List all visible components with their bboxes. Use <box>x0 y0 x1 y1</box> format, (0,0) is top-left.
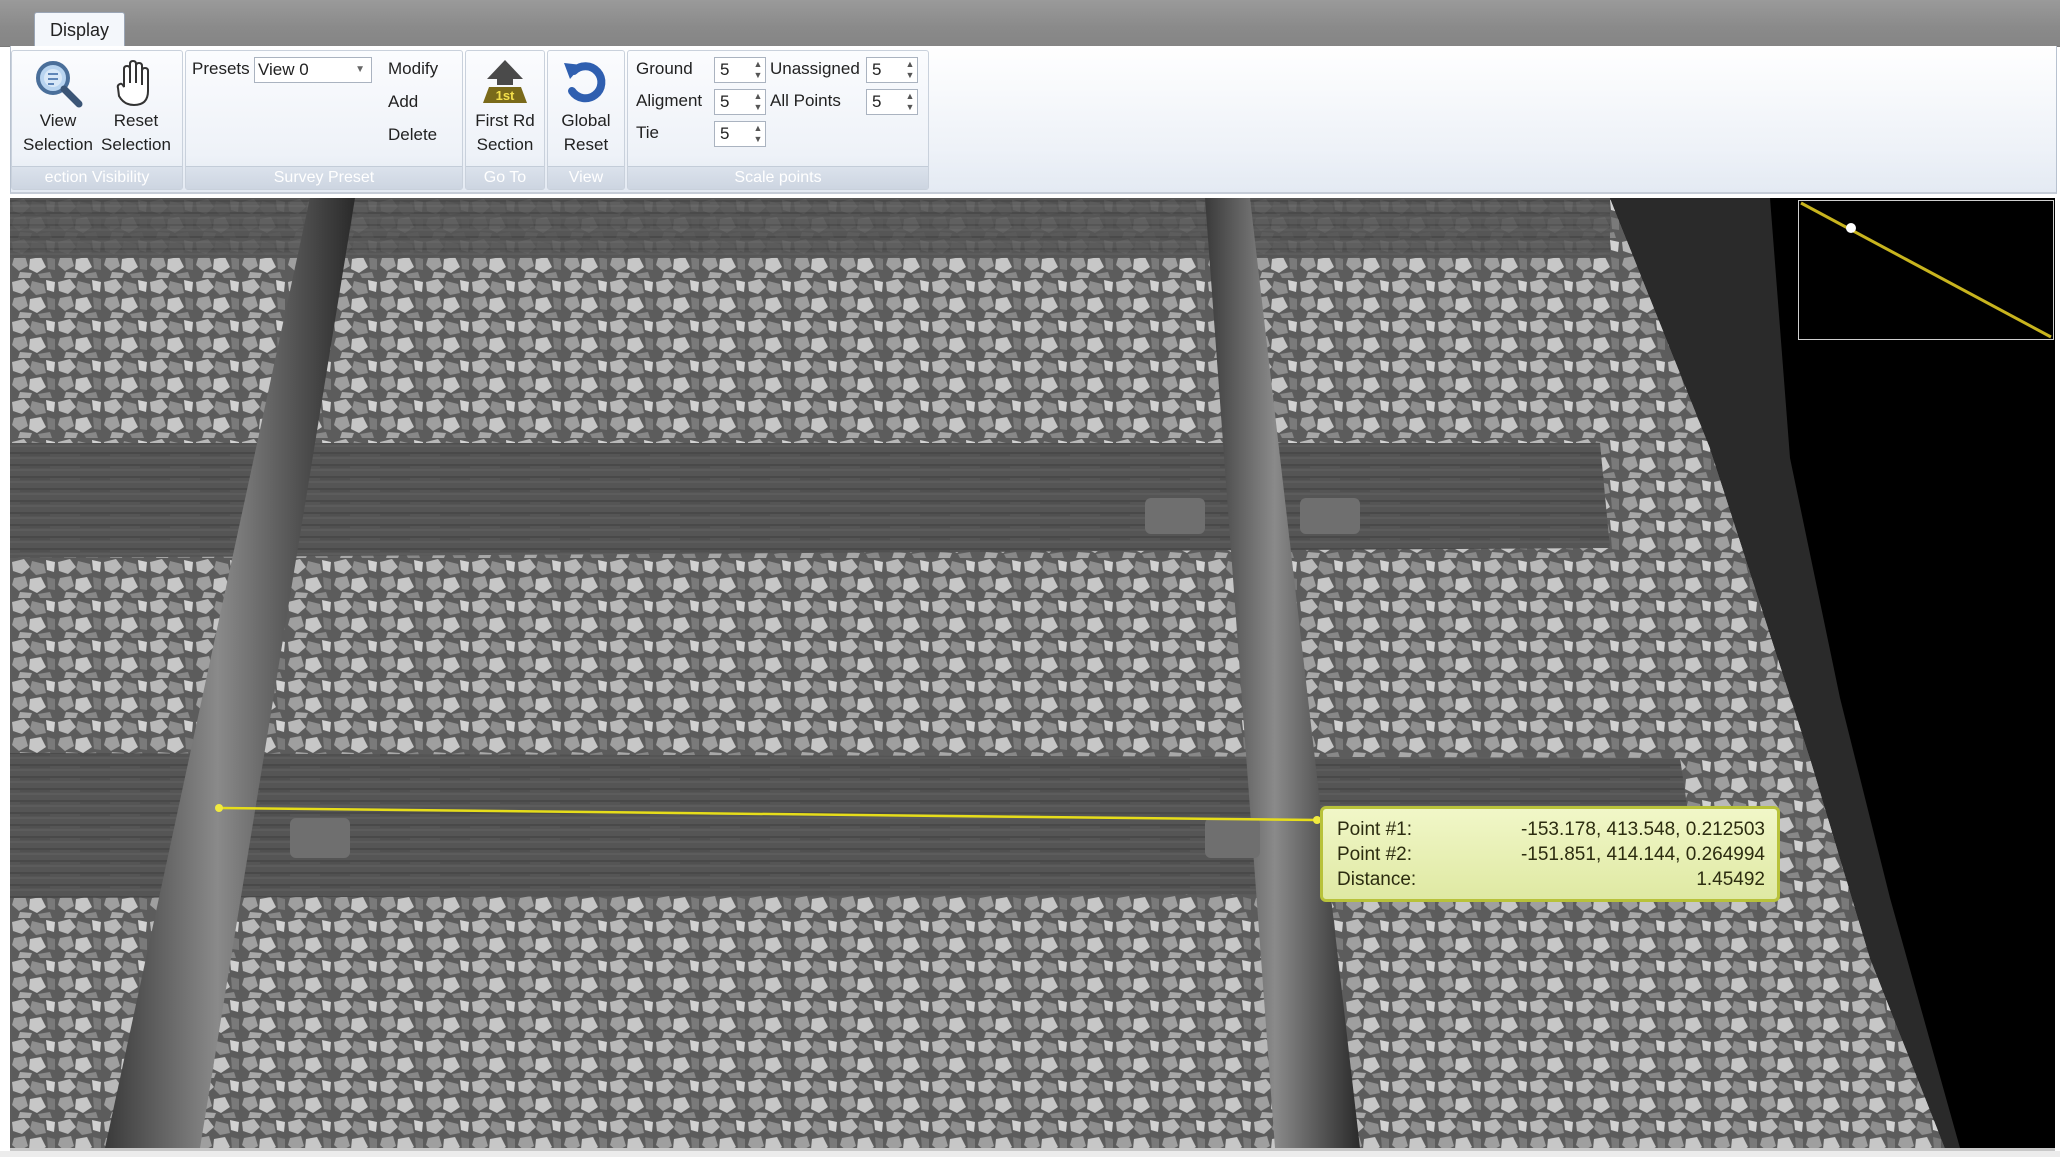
presets-label: Presets <box>192 59 250 78</box>
view-selection-label-1: View <box>39 111 77 130</box>
group-label-survey-preset: Survey Preset <box>186 166 462 189</box>
sleeper <box>10 198 1610 258</box>
alignment-label: Aligment <box>636 91 703 110</box>
point-1-label: Point #1: <box>1337 819 1412 840</box>
presets-dropdown[interactable]: View 0 ▼ <box>254 57 372 83</box>
all-points-value: 5 <box>872 92 882 111</box>
global-reset-label-1: Global <box>561 111 611 130</box>
group-label-view: View <box>548 166 624 189</box>
alignment-value: 5 <box>720 92 730 111</box>
group-view: Global Reset View <box>547 50 625 190</box>
group-scale-points: Ground 5 ▲ ▼ Unassigned 5 ▲ ▼ Aligment 5 ▲… <box>627 50 929 190</box>
ribbon: View Selection Reset Selection ection Vi… <box>10 46 2057 194</box>
add-button[interactable]: Add <box>388 92 418 112</box>
all-points-label: All Points <box>770 91 841 110</box>
hand-icon <box>110 57 162 109</box>
presets-value: View 0 <box>258 60 309 79</box>
first-rd-section-label-2: Section <box>476 135 534 154</box>
minimap-track <box>1800 201 2052 339</box>
measurement-point-1 <box>215 804 223 812</box>
reset-selection-label-2: Selection <box>101 135 171 154</box>
first-rd-section-label-1: First Rd <box>475 111 535 130</box>
alignment-spinner[interactable]: 5 ▲ ▼ <box>714 89 766 115</box>
first-road-section-icon-text: 1st <box>496 88 515 103</box>
group-selection-visibility: View Selection Reset Selection ection Vi… <box>11 50 183 190</box>
tie-plate <box>290 818 350 858</box>
unassigned-value: 5 <box>872 60 882 79</box>
measurement-row-point-2: Point #2: -151.851, 414.144, 0.264994 <box>1337 844 1765 870</box>
first-rd-section-button[interactable]: 1st First Rd Section <box>467 55 543 163</box>
spinner-arrows-icon[interactable]: ▲ ▼ <box>753 91 763 113</box>
ground-label: Ground <box>636 59 693 78</box>
spinner-arrows-icon[interactable]: ▲ ▼ <box>905 59 915 81</box>
modify-button[interactable]: Modify <box>388 59 438 79</box>
tie-plate <box>1300 498 1360 534</box>
minimap[interactable] <box>1798 200 2054 340</box>
view-selection-button[interactable]: View Selection <box>20 55 96 163</box>
global-reset-button[interactable]: Global Reset <box>548 55 624 163</box>
measurement-label: Point #1: -153.178, 413.548, 0.212503 Po… <box>1320 806 1780 902</box>
tie-spinner[interactable]: 5 ▲ ▼ <box>714 121 766 147</box>
railway-point-cloud-scene <box>10 198 1960 1148</box>
group-label-scale-points: Scale points <box>628 166 928 189</box>
minimap-position-marker <box>1846 223 1856 233</box>
ribbon-tab-strip: Display <box>0 0 2060 47</box>
reset-selection-button[interactable]: Reset Selection <box>98 55 174 163</box>
rotate-reset-icon <box>560 57 612 109</box>
spinner-arrows-icon[interactable]: ▲ ▼ <box>753 59 763 81</box>
point-2-label: Point #2: <box>1337 844 1412 865</box>
distance-value: 1.45492 <box>1696 869 1765 890</box>
group-label-selection-visibility: ection Visibility <box>12 166 182 189</box>
reset-selection-label-1: Reset <box>113 111 159 130</box>
tie-label: Tie <box>636 123 659 142</box>
measurement-row-point-1: Point #1: -153.178, 413.548, 0.212503 <box>1337 819 1765 845</box>
all-points-spinner[interactable]: 5 ▲ ▼ <box>866 89 918 115</box>
ground-spinner[interactable]: 5 ▲ ▼ <box>714 57 766 83</box>
group-label-go-to: Go To <box>466 166 544 189</box>
distance-label: Distance: <box>1337 869 1417 890</box>
group-survey-preset: Presets View 0 ▼ Modify Add Delete Surve… <box>185 50 463 190</box>
group-go-to: 1st First Rd Section Go To <box>465 50 545 190</box>
status-strip <box>0 1151 2060 1157</box>
point-1-value: -153.178, 413.548, 0.212503 <box>1520 819 1765 840</box>
tie-value: 5 <box>720 124 730 143</box>
tie-plate <box>1145 498 1205 534</box>
delete-button[interactable]: Delete <box>388 125 437 145</box>
spinner-arrows-icon[interactable]: ▲ ▼ <box>905 91 915 113</box>
tab-display[interactable]: Display <box>34 12 125 47</box>
spinner-arrows-icon[interactable]: ▲ ▼ <box>753 123 763 145</box>
measurement-row-distance: Distance: 1.45492 <box>1337 869 1765 895</box>
unassigned-label: Unassigned <box>770 59 860 78</box>
first-road-section-icon: 1st <box>479 57 531 109</box>
point-2-value: -151.851, 414.144, 0.264994 <box>1520 844 1765 865</box>
unassigned-spinner[interactable]: 5 ▲ ▼ <box>866 57 918 83</box>
ground-value: 5 <box>720 60 730 79</box>
point-cloud-viewport[interactable]: Point #1: -153.178, 413.548, 0.212503 Po… <box>10 198 2055 1151</box>
global-reset-label-2: Reset <box>563 135 609 154</box>
minimap-track-svg <box>1800 201 2052 339</box>
view-selection-label-2: Selection <box>23 135 93 154</box>
magnifier-icon <box>32 57 84 109</box>
tie-plate <box>1205 818 1260 858</box>
chevron-down-icon: ▼ <box>355 64 365 75</box>
